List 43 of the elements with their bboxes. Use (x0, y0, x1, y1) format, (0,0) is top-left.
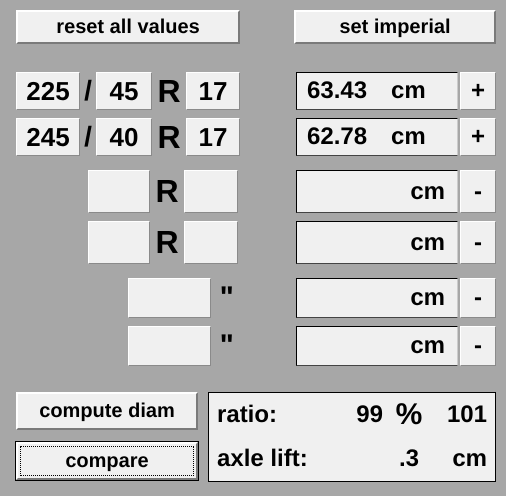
toggle-button[interactable]: + (460, 72, 496, 110)
width-input[interactable]: 245 (16, 118, 80, 156)
construction-label: R (156, 72, 182, 110)
inch-input[interactable] (128, 326, 212, 366)
ratio-label: ratio: (217, 401, 278, 429)
reset-button[interactable]: reset all values (16, 10, 240, 44)
rim-input[interactable] (184, 221, 238, 264)
ratio-value: 101 (446, 401, 487, 429)
toggle-button[interactable]: - (460, 221, 496, 264)
compute-button[interactable]: compute diam (16, 392, 198, 430)
diameter-input[interactable] (88, 221, 150, 264)
diameter-result-field[interactable]: cm (296, 326, 458, 366)
width-input[interactable]: 225 (16, 72, 80, 110)
toggle-button[interactable]: - (460, 326, 496, 366)
ratio-value: 99 (355, 401, 383, 429)
slash-separator: / (83, 120, 93, 154)
aspect-input[interactable]: 40 (96, 118, 152, 156)
diameter-result-field[interactable]: 63.43 cm (296, 72, 458, 110)
aspect-input[interactable]: 45 (96, 72, 152, 110)
rim-input[interactable]: 17 (186, 118, 240, 156)
rim-input[interactable]: 17 (186, 72, 240, 110)
rim-input[interactable] (184, 170, 238, 213)
inch-mark: " (218, 328, 235, 364)
percent-sign: % (394, 398, 424, 432)
toggle-button[interactable]: - (460, 278, 496, 318)
construction-label: R (154, 223, 180, 262)
toggle-button[interactable]: - (460, 170, 496, 213)
inch-mark: " (218, 280, 235, 316)
diameter-result-field[interactable]: cm (296, 278, 458, 318)
inch-input[interactable] (128, 278, 212, 318)
compare-button[interactable]: compare (16, 442, 198, 480)
slash-separator: / (83, 74, 93, 108)
toggle-button[interactable]: + (460, 118, 496, 156)
axle-lift-value: .3 (398, 445, 420, 473)
diameter-input[interactable] (88, 170, 150, 213)
diameter-result-field[interactable]: cm (296, 221, 458, 264)
diameter-result-field[interactable]: cm (296, 170, 458, 213)
units-button[interactable]: set imperial (294, 10, 496, 44)
axle-lift-label: axle lift: (217, 445, 309, 473)
construction-label: R (156, 118, 182, 156)
construction-label: R (154, 172, 180, 211)
axle-lift-unit: cm (451, 445, 487, 473)
diameter-result-field[interactable]: 62.78 cm (296, 118, 458, 156)
